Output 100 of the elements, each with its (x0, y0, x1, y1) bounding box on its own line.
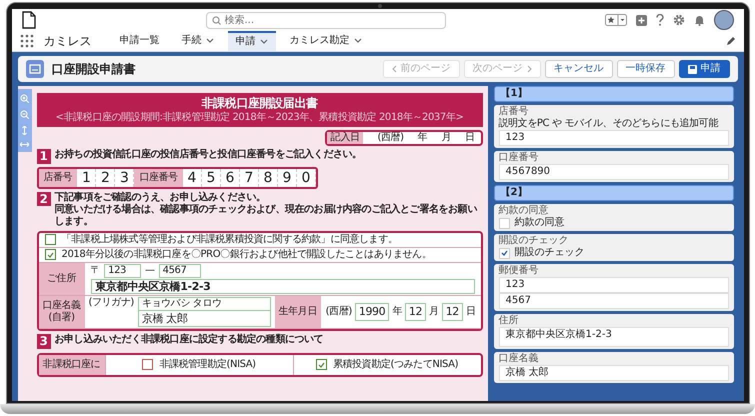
agreement-text: 2018年分以後の非課税口座を〇PRO〇銀行および他社で開設したことはありません。 (62, 248, 432, 261)
form-title: 非課税口座開設届出書 (200, 96, 319, 110)
checkbox[interactable] (44, 249, 56, 260)
agreement-text: 「非課税上場株式等管理および非課税累積投資に関する約款」に同意します。 (62, 234, 398, 246)
digit-cell[interactable]: 0 (296, 168, 316, 187)
digit-cell[interactable]: 1 (77, 168, 96, 187)
form-subtitle: <非課税口座の開設期間:非課税管理勘定 2018年～2023年、累積投資勘定 2018年～2037年> (54, 112, 464, 124)
section-heading: お申し込みいただく非課税口座に設定する勘定の種類について (54, 334, 324, 346)
page-title: 口座開設申請書 (52, 62, 136, 76)
bell-icon[interactable] (694, 14, 704, 26)
furigana-label: (フリガナ) (88, 296, 134, 310)
date-field[interactable]: 記入日 (西暦) 年 月 日 (324, 130, 482, 146)
save-icon (688, 64, 696, 74)
section-number: 3 (36, 334, 50, 349)
toolbar-button[interactable]: キャンセル (544, 60, 612, 78)
chevron-right-icon (526, 65, 532, 73)
chevron-down-icon[interactable] (354, 38, 362, 44)
section-header: 【1】 (494, 86, 734, 102)
input-field[interactable]: 123 (498, 277, 728, 293)
date-label: 記入日 (326, 132, 364, 144)
date-unit: 日 (464, 132, 474, 144)
app-launcher-icon[interactable] (20, 34, 34, 48)
input-field[interactable]: 4567890 (498, 164, 728, 180)
digit-cell[interactable]: 7 (240, 168, 259, 187)
toolbar-button[interactable]: 一時保存 (616, 60, 674, 78)
nav-tab[interactable]: カミレス勘定 (282, 31, 370, 51)
address-field[interactable]: 東京都中央区京橋1-2-3 (90, 278, 474, 294)
digit-cell[interactable]: 2 (96, 168, 116, 187)
birth-field[interactable]: 1990 (354, 303, 390, 321)
option-text: 累積投資勘定(つみたてNISA) (332, 358, 458, 371)
submit-button[interactable]: 申請 (678, 60, 730, 78)
date-unit: 月 (429, 306, 439, 318)
digit-cell[interactable]: 9 (278, 168, 297, 187)
settings-icon[interactable] (672, 14, 684, 26)
chevron-down-icon[interactable] (260, 39, 268, 45)
nav-tab[interactable]: 申請 (228, 31, 276, 51)
checkbox[interactable] (44, 234, 56, 246)
option-text: 非課税管理勘定(NISA) (159, 358, 256, 371)
birth-field[interactable]: 12 (404, 303, 426, 321)
field-label: 生年月日 (274, 296, 321, 328)
digit-cell[interactable]: 5 (202, 168, 221, 187)
search-field[interactable]: 検索... (206, 12, 446, 28)
field-label: 店番号 (498, 106, 530, 118)
date-unit: 年 (418, 132, 428, 144)
field-sublabel: (自署) (48, 312, 75, 324)
chevron-down-icon[interactable] (206, 38, 214, 44)
postal-field[interactable]: 4567 (158, 264, 202, 278)
checkbox[interactable] (316, 359, 327, 370)
era-label: (西暦) (377, 132, 404, 144)
checkbox[interactable] (498, 218, 510, 228)
postal-field[interactable]: 123 (104, 264, 141, 278)
section-header: 【2】 (494, 185, 734, 201)
field-label: 住所 (498, 315, 520, 327)
checkmark-icon (318, 362, 325, 368)
field-label: 口座名義 (42, 300, 81, 312)
checkmark-icon (46, 252, 54, 258)
checkbox-label: 開設のチェック (514, 247, 584, 259)
digit-cell[interactable]: 6 (220, 168, 240, 187)
star-dropdown-icon[interactable] (604, 14, 626, 26)
avatar[interactable] (714, 10, 734, 30)
plus-icon[interactable] (636, 14, 646, 26)
input-field[interactable]: 123 (498, 130, 728, 146)
field-label: 郵便番号 (498, 265, 540, 277)
nav-tab[interactable]: 申請一覧 (112, 31, 168, 51)
furigana-field[interactable]: キョウバシ タロウ (138, 296, 271, 311)
help-text: 説明文をPC や モバイル、そのどちらにも追加可能 (498, 118, 720, 130)
input-field[interactable]: 4567 (498, 293, 728, 309)
digit-cell[interactable]: 4 (182, 168, 202, 187)
checkmark-icon (500, 250, 508, 256)
date-unit: 年 (392, 306, 402, 318)
section-heading: 同意いただける場合は、確認事項のチェックおよび、現在のお届け内容のご記入とご署名をお願いします。 (54, 204, 478, 228)
text-area[interactable]: 東京都中央区京橋1-2-3 (498, 327, 728, 347)
section-number: 2 (36, 192, 50, 206)
birth-field[interactable]: 12 (442, 303, 463, 321)
digit-cell[interactable]: 8 (258, 168, 278, 187)
name-field[interactable]: 京橋 太郎 (138, 310, 271, 328)
camera-icon (378, 4, 382, 8)
app-name: カミレス (44, 34, 92, 48)
checkbox-label: 約款の同意 (514, 217, 564, 229)
checkbox[interactable] (142, 359, 154, 370)
section-number: 1 (36, 149, 50, 164)
field-label: 口座番号 (498, 152, 540, 164)
checkbox[interactable] (498, 248, 510, 258)
section-heading: 下記事項をご確認のうえ、お申し込みください。 (54, 192, 267, 204)
date-unit: 月 (441, 132, 451, 144)
pencil-icon[interactable] (726, 36, 736, 46)
field-label: 非課税口座に (38, 354, 104, 375)
separator: — (145, 264, 155, 277)
form-icon (26, 60, 44, 78)
era-label: (西暦) (326, 306, 352, 318)
field-label: ご住所 (38, 262, 84, 295)
input-field[interactable]: 京橋 太郎 (498, 365, 728, 381)
field-label: 店番号 (38, 168, 78, 187)
section-heading: お持ちの投資信託口座の投信店番号と投信口座番号をご記入ください。 (54, 149, 362, 162)
nav-tab[interactable]: 手続 (174, 31, 222, 51)
field-label: 約款の同意 (498, 205, 550, 217)
help-icon[interactable] (656, 14, 664, 26)
date-unit: 日 (466, 306, 476, 318)
field-label: 開設のチェック (498, 235, 570, 246)
search-icon (212, 16, 220, 24)
